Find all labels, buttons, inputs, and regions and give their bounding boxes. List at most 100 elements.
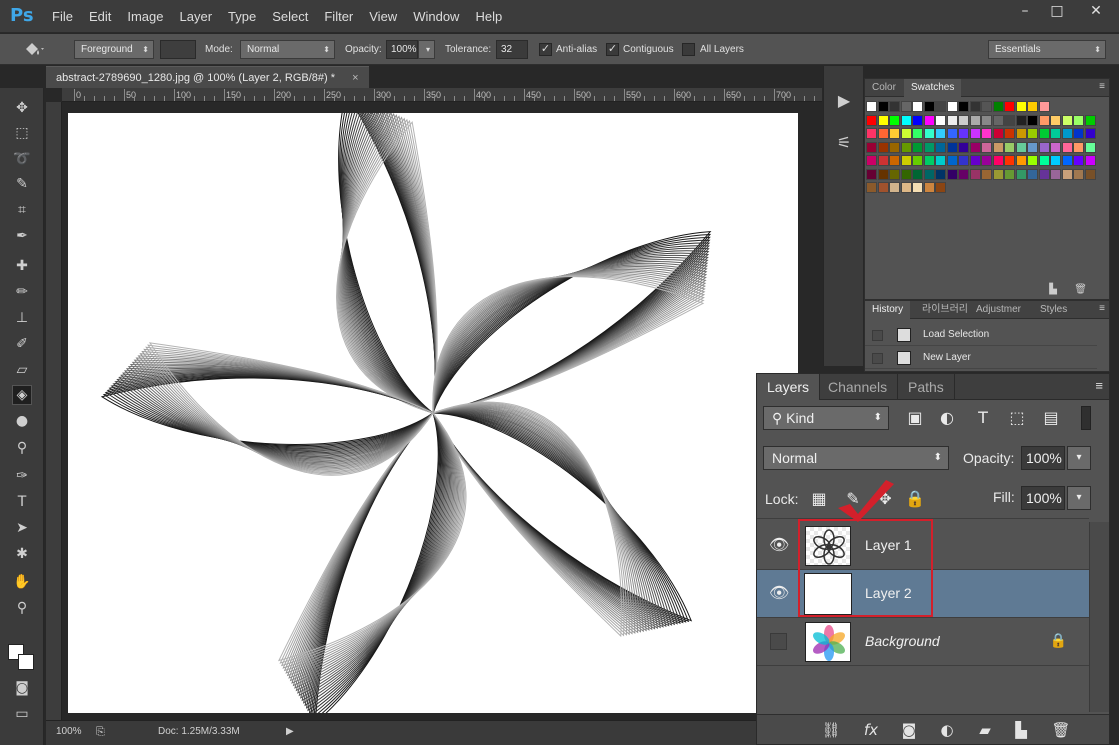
- menu-image[interactable]: Image: [119, 0, 171, 33]
- color-swatch[interactable]: [900, 114, 912, 126]
- tab-styles[interactable]: Styles: [1033, 301, 1074, 319]
- color-swatch[interactable]: [866, 141, 877, 153]
- color-swatch[interactable]: [958, 141, 969, 153]
- color-swatch[interactable]: [981, 155, 992, 166]
- menu-type[interactable]: Type: [220, 0, 264, 33]
- custom-shape-tool-icon[interactable]: ✱: [12, 544, 32, 564]
- color-swatch[interactable]: [935, 141, 946, 153]
- filter-smart-object-icon[interactable]: ▤: [1041, 408, 1061, 428]
- blend-mode-select[interactable]: Normal ⬍: [763, 446, 949, 470]
- color-swatch[interactable]: [992, 128, 1004, 139]
- crop-tool-icon[interactable]: ⌗: [12, 200, 32, 220]
- quick-mask-icon[interactable]: ◙: [12, 678, 32, 698]
- history-item[interactable]: Load Selection: [865, 324, 1097, 346]
- workspace-select[interactable]: Essentials ⬍: [988, 40, 1106, 59]
- menu-edit[interactable]: Edit: [81, 0, 119, 33]
- color-swatch[interactable]: [946, 101, 958, 112]
- color-swatch[interactable]: [981, 141, 992, 153]
- canvas[interactable]: [68, 91, 798, 724]
- quick-select-tool-icon[interactable]: ✎: [12, 174, 32, 194]
- tab-layers[interactable]: Layers: [757, 374, 821, 400]
- link-layers-icon[interactable]: ⛓: [821, 720, 841, 740]
- healing-brush-tool-icon[interactable]: ✚: [12, 256, 32, 276]
- layer-row-background[interactable]: Background 🔒: [757, 618, 1089, 666]
- type-tool-icon[interactable]: T: [12, 492, 32, 512]
- color-swatch[interactable]: [935, 168, 946, 180]
- color-swatch[interactable]: [958, 101, 969, 112]
- color-swatch[interactable]: [877, 128, 889, 139]
- color-swatch[interactable]: [935, 114, 946, 126]
- color-swatch[interactable]: [958, 128, 969, 139]
- color-swatch[interactable]: [877, 168, 889, 180]
- color-swatch[interactable]: [1027, 155, 1038, 166]
- opacity-field[interactable]: 100%: [386, 40, 418, 59]
- layer-filter-select[interactable]: ⚲ Kind ⬍: [763, 406, 889, 430]
- color-swatch[interactable]: [912, 182, 923, 193]
- color-swatch[interactable]: [1061, 114, 1073, 126]
- color-swatch[interactable]: [866, 155, 877, 166]
- color-swatch[interactable]: [1084, 168, 1096, 180]
- color-swatch[interactable]: [1061, 168, 1073, 180]
- color-swatch[interactable]: [958, 155, 969, 166]
- marquee-tool-icon[interactable]: ⬚: [12, 123, 32, 143]
- menu-file[interactable]: File: [44, 0, 81, 33]
- color-swatch[interactable]: [992, 141, 1004, 153]
- color-swatch[interactable]: [923, 141, 935, 153]
- color-swatch[interactable]: [923, 168, 935, 180]
- tab-channels[interactable]: Channels: [818, 374, 899, 400]
- color-swatch[interactable]: [969, 141, 981, 153]
- color-swatch[interactable]: [969, 114, 981, 126]
- color-swatch[interactable]: [1027, 114, 1038, 126]
- zoom-level[interactable]: 100%: [56, 726, 82, 737]
- color-swatch[interactable]: [1027, 141, 1038, 153]
- pattern-picker[interactable]: [160, 40, 196, 59]
- color-swatch[interactable]: [912, 101, 923, 112]
- panel-menu-icon[interactable]: ≡: [1099, 303, 1105, 314]
- panel-menu-icon[interactable]: ≡: [1095, 378, 1103, 393]
- color-swatch[interactable]: [969, 128, 981, 139]
- color-swatch[interactable]: [1038, 168, 1050, 180]
- color-swatch[interactable]: [866, 101, 877, 112]
- color-swatch[interactable]: [992, 168, 1004, 180]
- color-swatch[interactable]: [1050, 168, 1061, 180]
- close-tab-icon[interactable]: ×: [352, 72, 358, 84]
- tab-color[interactable]: Color: [865, 79, 903, 97]
- color-swatch[interactable]: [923, 182, 935, 193]
- pen-tool-icon[interactable]: ✑: [12, 466, 32, 486]
- minimize-button[interactable]: –: [1009, 0, 1041, 22]
- all-layers-checkbox[interactable]: [682, 43, 695, 56]
- color-swatch[interactable]: [877, 114, 889, 126]
- color-swatch[interactable]: [1004, 101, 1015, 112]
- color-swatch[interactable]: [889, 141, 900, 153]
- tolerance-field[interactable]: 32: [496, 40, 528, 59]
- color-swatch[interactable]: [946, 155, 958, 166]
- tab-history[interactable]: History: [865, 301, 911, 319]
- color-swatch[interactable]: [935, 128, 946, 139]
- color-swatch[interactable]: [900, 101, 912, 112]
- lasso-tool-icon[interactable]: ➰: [12, 149, 32, 169]
- color-swatch[interactable]: [969, 155, 981, 166]
- add-mask-icon[interactable]: ◙: [899, 720, 919, 740]
- color-swatch[interactable]: [1084, 128, 1096, 139]
- fill-source-select[interactable]: Foreground ⬍: [74, 40, 154, 59]
- color-swatch[interactable]: [981, 128, 992, 139]
- eyedropper-tool-icon[interactable]: ✒: [12, 226, 32, 246]
- layer-name[interactable]: Background: [865, 633, 940, 649]
- color-swatch[interactable]: [923, 101, 935, 112]
- color-swatch[interactable]: [1050, 155, 1061, 166]
- tab-paths[interactable]: Paths: [898, 374, 955, 400]
- color-swatch[interactable]: [1015, 101, 1027, 112]
- color-swatch[interactable]: [992, 114, 1004, 126]
- adjustment-layer-icon[interactable]: ◐: [937, 720, 957, 740]
- color-swatch[interactable]: [1015, 141, 1027, 153]
- export-icon[interactable]: ⎘: [96, 726, 105, 739]
- menu-select[interactable]: Select: [264, 0, 316, 33]
- color-swatch[interactable]: [946, 128, 958, 139]
- fill-field[interactable]: 100%: [1021, 486, 1065, 510]
- clone-stamp-tool-icon[interactable]: ⊥: [12, 308, 32, 328]
- color-swatch[interactable]: [1027, 128, 1038, 139]
- menu-filter[interactable]: Filter: [316, 0, 361, 33]
- color-swatch[interactable]: [889, 182, 900, 193]
- layers-scrollbar[interactable]: [1089, 522, 1109, 712]
- color-swatch[interactable]: [1038, 101, 1050, 112]
